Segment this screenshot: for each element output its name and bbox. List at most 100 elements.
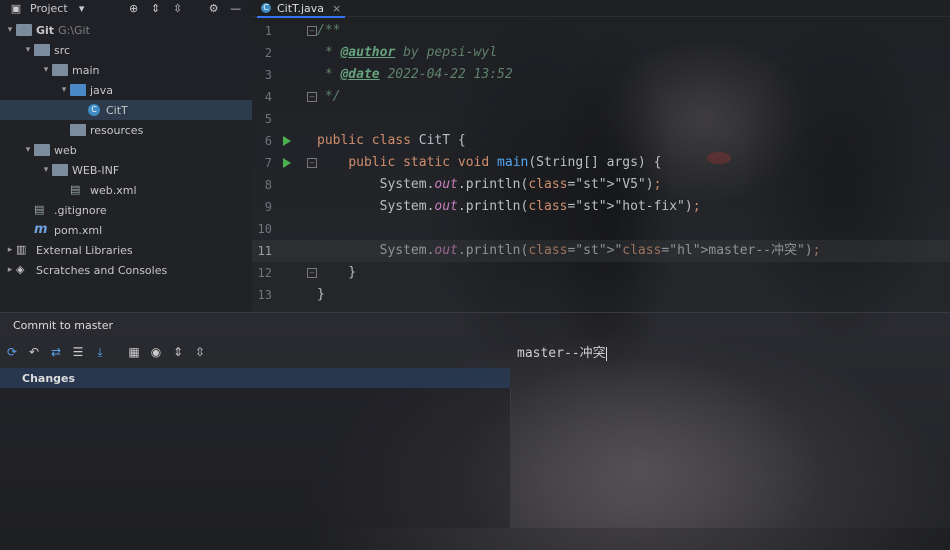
line-number: 10 xyxy=(257,222,272,236)
rollback-icon[interactable]: ↶ xyxy=(26,344,42,360)
chevron-right-icon[interactable]: ▸ xyxy=(4,265,16,275)
tree-item[interactable]: ▾ main xyxy=(0,60,252,80)
chevron-right-icon[interactable]: ▸ xyxy=(4,245,16,255)
project-panel-title[interactable]: Project xyxy=(30,2,68,15)
fold-marker-icon[interactable]: − xyxy=(307,26,317,36)
chevron-down-icon[interactable]: ▾ xyxy=(58,85,70,95)
tree-item-label: web.xml xyxy=(90,183,137,197)
line-number: 6 xyxy=(264,134,272,148)
code-line[interactable]: * @author by pepsi-wyl xyxy=(317,42,497,64)
tree-item-label: web xyxy=(54,143,77,157)
commit-message-text: master--冲突 xyxy=(517,346,606,361)
code-line[interactable]: System.out.println(class="st">"V5"); xyxy=(317,174,662,196)
project-panel: ▣ Project ▾ ⊕ ⇕ ⇳ ⚙ — ▾ Git G:\Git ▾ src ▾ mai… xyxy=(0,0,252,312)
line-number: 12 xyxy=(257,266,272,280)
code-line[interactable]: */ xyxy=(317,86,341,108)
commit-message-input[interactable]: master--冲突 xyxy=(517,342,607,361)
commit-toolbar: ⟳ ↶ ⇄ ☰ ⤓ ▦ ◉ ⇕ ⇳ xyxy=(0,338,514,366)
tree-item-label: CitT xyxy=(106,103,128,117)
diff-icon[interactable]: ⇄ xyxy=(48,344,64,360)
changes-label: Changes xyxy=(22,372,76,385)
tree-item[interactable]: ▾ Git G:\Git xyxy=(0,20,252,40)
tree-item-label: .gitignore xyxy=(54,203,107,217)
fold-marker-icon[interactable]: − xyxy=(307,158,317,168)
expand-all-icon[interactable]: ⇕ xyxy=(148,0,164,16)
commit-panel-title[interactable]: Commit to master xyxy=(13,319,113,332)
chevron-down-icon[interactable]: ▾ xyxy=(4,25,16,35)
web-folder-icon xyxy=(34,144,50,156)
line-number: 4 xyxy=(264,90,272,104)
gear-icon[interactable]: ⚙ xyxy=(206,0,222,16)
tree-item[interactable]: ▾ java xyxy=(0,80,252,100)
tab-citt-java[interactable]: C CitT.java × xyxy=(257,0,346,18)
collapse-all-icon[interactable]: ⇳ xyxy=(192,344,208,360)
project-view-icon[interactable]: ▣ xyxy=(8,0,24,16)
folder-icon xyxy=(34,44,50,56)
code-line[interactable]: /** xyxy=(317,20,340,42)
editor-tab-bar: C CitT.java × xyxy=(252,0,950,18)
resources-folder-icon xyxy=(70,124,86,136)
xml-file-icon: ▤ xyxy=(70,183,81,196)
code-line[interactable]: public static void main(String[] args) { xyxy=(317,152,661,174)
code-line[interactable]: * @date 2022-04-22 13:52 xyxy=(317,64,513,86)
tree-item-label: Scratches and Consoles xyxy=(36,263,168,277)
tree-item[interactable]: ▤ web.xml xyxy=(0,180,252,200)
locate-file-icon[interactable]: ⊕ xyxy=(126,0,142,16)
code-line[interactable]: } xyxy=(317,284,325,306)
shelve-icon[interactable]: ⤓ xyxy=(92,344,108,360)
changes-node[interactable]: Changes xyxy=(0,368,510,388)
changes-tree xyxy=(0,388,511,528)
tree-item[interactable]: ▾ src xyxy=(0,40,252,60)
line-number: 13 xyxy=(257,288,272,302)
tree-item[interactable]: ▤ .gitignore xyxy=(0,200,252,220)
code-line[interactable]: } xyxy=(317,262,356,284)
expand-all-icon[interactable]: ⇕ xyxy=(170,344,186,360)
eye-icon[interactable]: ◉ xyxy=(148,344,164,360)
tree-item-label: Git xyxy=(36,23,55,37)
group-by-icon[interactable]: ▦ xyxy=(126,344,142,360)
run-icon[interactable] xyxy=(283,158,291,168)
tree-item-label: pom.xml xyxy=(54,223,103,237)
folder-icon xyxy=(16,24,32,36)
tree-item-label: External Libraries xyxy=(36,243,133,257)
chevron-down-icon[interactable]: ▾ xyxy=(22,45,34,55)
tree-item-label: main xyxy=(72,63,100,77)
maven-file-icon: m xyxy=(34,222,48,237)
line-number: 1 xyxy=(264,24,272,38)
tree-item[interactable]: resources xyxy=(0,120,252,140)
line-number: 5 xyxy=(264,112,272,126)
tree-item[interactable]: m pom.xml xyxy=(0,220,252,240)
tree-item-label: WEB-INF xyxy=(72,163,120,177)
tree-item[interactable]: ▾ web xyxy=(0,140,252,160)
changelist-icon[interactable]: ☰ xyxy=(70,344,86,360)
line-number: 9 xyxy=(264,200,272,214)
refresh-icon[interactable]: ⟳ xyxy=(4,344,20,360)
tree-item-label: resources xyxy=(90,123,144,137)
current-line-highlight xyxy=(252,240,950,262)
tree-item[interactable]: ▸ ▥ External Libraries xyxy=(0,240,252,260)
close-icon[interactable]: × xyxy=(332,2,341,15)
folder-icon xyxy=(52,64,68,76)
code-line[interactable]: public class CitT { xyxy=(317,130,466,152)
tree-item[interactable]: C CitT xyxy=(0,100,252,120)
hide-panel-icon[interactable]: — xyxy=(228,0,244,16)
tree-item[interactable]: ▸ ◈ Scratches and Consoles xyxy=(0,260,252,280)
java-class-icon: C xyxy=(261,3,271,13)
collapse-all-icon[interactable]: ⇳ xyxy=(170,0,186,16)
java-class-icon: C xyxy=(88,104,100,116)
fold-marker-icon[interactable]: − xyxy=(307,268,317,278)
line-number: 8 xyxy=(264,178,272,192)
code-line[interactable]: System.out.println(class="st">"hot-fix")… xyxy=(317,196,701,218)
chevron-down-icon[interactable]: ▾ xyxy=(40,165,52,175)
fold-marker-icon[interactable]: − xyxy=(307,92,317,102)
tree-item[interactable]: ▾ WEB-INF xyxy=(0,160,252,180)
tab-label: CitT.java xyxy=(277,1,325,15)
tree-item-label: java xyxy=(90,83,114,97)
folder-icon xyxy=(52,164,68,176)
libraries-icon: ▥ xyxy=(16,243,27,256)
gitignore-file-icon: ▤ xyxy=(34,203,45,216)
chevron-down-icon[interactable]: ▾ xyxy=(74,0,90,16)
chevron-down-icon[interactable]: ▾ xyxy=(40,65,52,75)
chevron-down-icon[interactable]: ▾ xyxy=(22,145,34,155)
run-icon[interactable] xyxy=(283,136,291,146)
